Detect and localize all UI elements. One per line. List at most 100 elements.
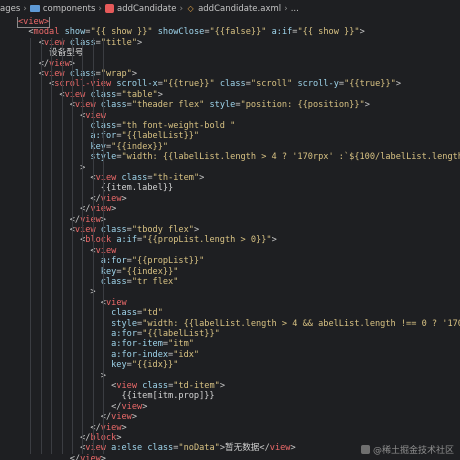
code-token: > — [142, 401, 148, 412]
code-line[interactable]: {{item[itm.prop]}} — [18, 391, 214, 401]
breadcrumb-item-components[interactable]: components — [43, 4, 96, 14]
code-token: < — [18, 381, 117, 391]
code-token: < — [18, 79, 55, 90]
code-line[interactable]: </view> — [18, 454, 106, 460]
code-token: > — [131, 412, 138, 423]
code-token: "{{false}}" — [209, 27, 267, 38]
code-line[interactable]: key="{{index}}" — [18, 266, 179, 277]
code-token: "{{true}}" — [344, 79, 396, 90]
code-editor[interactable]: <view> <modal show="{{ show }}" showClos… — [0, 17, 460, 460]
code-line[interactable]: <view class="tbody flex"> — [18, 225, 199, 235]
code-line[interactable]: <modal show="{{ show }}" showClose="{{fa… — [18, 27, 364, 38]
code-line[interactable]: <view class="title"> — [18, 37, 143, 48]
code-token: scroll-y — [292, 79, 339, 90]
code-token: class — [64, 37, 96, 48]
code-token: "itm" — [168, 339, 194, 350]
code-token: "{{labelList}}" — [142, 329, 220, 339]
breadcrumb: ages › components › addCandidate › ◇ add… — [0, 0, 460, 17]
code-line[interactable]: a:for-index="idx" — [18, 350, 199, 360]
code-line[interactable]: style="width: {{labelList.length > 4 && … — [18, 319, 460, 329]
code-token: class — [137, 381, 169, 391]
code-token: > — [364, 100, 370, 111]
breadcrumb-item-file[interactable]: addCandidate.axml — [198, 4, 281, 14]
breadcrumb-item-ages[interactable]: ages — [0, 4, 20, 14]
indent-guide — [61, 37, 63, 454]
breadcrumb-item-more[interactable]: ... — [291, 4, 299, 14]
code-token: class — [18, 121, 117, 131]
code-line[interactable]: <scroll-view scroll-x="{{true}}" class="… — [18, 79, 401, 89]
code-line[interactable]: <view class="table"> — [18, 90, 163, 100]
code-line[interactable]: <view — [18, 246, 116, 256]
code-token: </ — [18, 412, 112, 423]
code-line[interactable]: a:for="{{labelList}}" — [18, 131, 199, 141]
code-token: a:for-item — [18, 339, 163, 350]
code-token: class — [18, 308, 137, 319]
code-token: "{{index}}" — [121, 266, 179, 277]
code-token: < — [18, 27, 34, 38]
watermark-text: @稀土掘金技术社区 — [372, 446, 454, 456]
code-token: "table" — [121, 89, 158, 100]
code-line[interactable]: </block> — [18, 433, 122, 443]
code-token: "td" — [142, 308, 163, 319]
code-line[interactable]: key="{{idx}}" — [18, 360, 178, 370]
code-line[interactable]: </view> — [18, 59, 75, 69]
chevron-right-icon: › — [98, 3, 102, 14]
code-line[interactable]: class="tr flex" — [18, 277, 179, 287]
code-token: > — [219, 381, 226, 391]
code-line[interactable]: style="width: {{labelList.length > 4 ? '… — [18, 152, 460, 162]
code-token: view — [95, 173, 117, 183]
code-token: "title" — [100, 37, 138, 48]
indent-guide — [92, 37, 94, 454]
code-line[interactable]: </view> — [18, 204, 116, 214]
code-line[interactable]: a:for-item="itm" — [18, 339, 194, 349]
code-token: < — [18, 225, 75, 235]
code-token: a:for — [18, 329, 137, 339]
code-token: "td-item" — [173, 381, 220, 391]
code-token: modal — [33, 27, 60, 38]
code-token: a:if — [266, 27, 293, 38]
code-token: view — [95, 245, 117, 256]
code-token: "{{propList.length > 0}}" — [142, 235, 272, 246]
code-line[interactable]: <view class="theader flex" style="positi… — [18, 100, 370, 110]
code-line[interactable]: <view a:else class="noData">暂无数据</view> — [18, 443, 296, 453]
indent-guide — [82, 37, 84, 454]
code-line[interactable]: a:for="{{propList}}" — [18, 256, 205, 266]
code-line[interactable]: <view class="wrap"> — [18, 69, 137, 79]
code-token: > — [137, 37, 143, 48]
code-token: "{{ show }}" — [297, 27, 360, 38]
code-token: > — [121, 193, 127, 204]
code-line[interactable]: </view> — [18, 412, 137, 422]
code-token: class — [85, 89, 117, 100]
chevron-right-icon: › — [284, 3, 288, 14]
code-line[interactable]: <view class="td-item"> — [18, 381, 225, 391]
code-token: "{{ show }}" — [90, 27, 153, 38]
code-token: view — [80, 453, 101, 460]
code-token: style — [18, 318, 137, 329]
code-token: > — [100, 453, 106, 460]
code-line[interactable]: <view class="th-item"> — [18, 173, 204, 183]
code-line[interactable]: <view> — [16, 17, 51, 28]
code-token: view — [269, 443, 291, 454]
code-token: style — [204, 100, 236, 111]
xml-file-icon: ◇ — [187, 4, 194, 13]
code-token: a:for — [18, 131, 117, 142]
code-token: > — [116, 433, 122, 443]
code-token: showClose — [152, 27, 205, 38]
code-token: show — [59, 27, 86, 38]
code-line[interactable]: a:for="{{labelList}}" — [18, 329, 220, 339]
code-token: </ — [18, 453, 81, 460]
code-token: </ — [18, 214, 81, 225]
code-line[interactable]: <block a:if="{{propList.length > 0}}"> — [18, 235, 277, 245]
code-token: view — [111, 412, 132, 423]
code-token: key — [18, 266, 117, 277]
indent-guide — [40, 37, 42, 454]
code-token: > — [199, 173, 205, 183]
code-token: "{{true}}" — [162, 79, 215, 90]
code-token: > — [111, 204, 117, 215]
code-token: "wrap" — [100, 69, 132, 79]
breadcrumb-item-addcandidate[interactable]: addCandidate — [117, 4, 176, 14]
indent-guide — [103, 37, 105, 454]
code-token: "tr flex" — [131, 277, 179, 287]
code-token: > — [157, 89, 163, 100]
code-line[interactable]: class="td" — [18, 308, 163, 318]
